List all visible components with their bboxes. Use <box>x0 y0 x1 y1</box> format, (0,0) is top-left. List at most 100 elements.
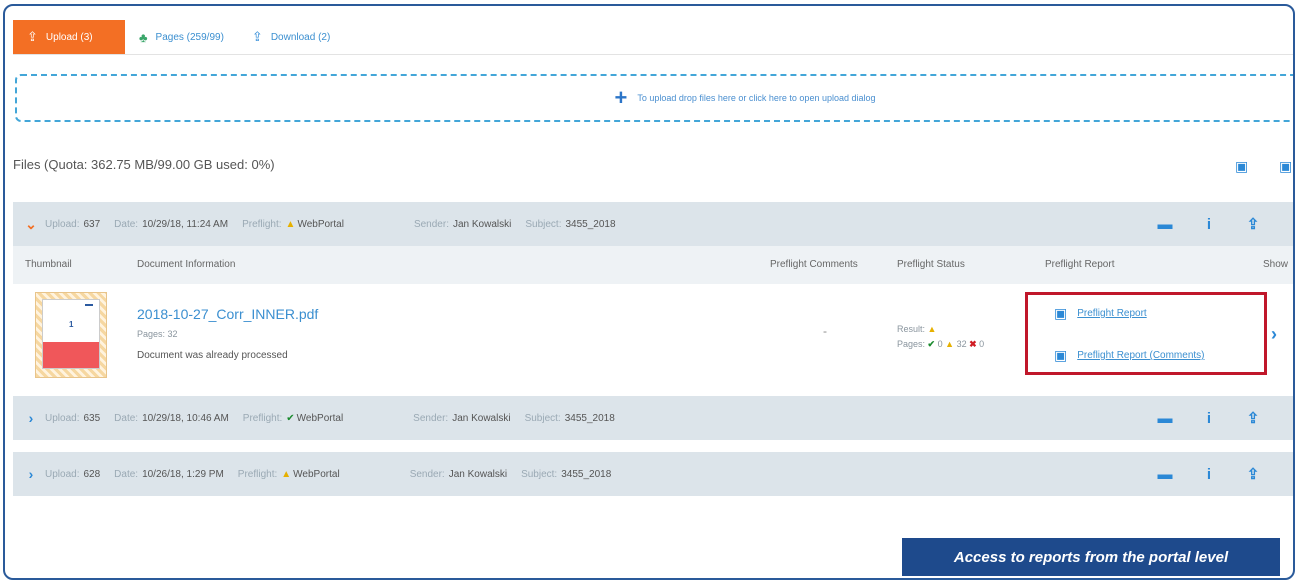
more-options-icon[interactable]: ⋮ <box>1275 409 1294 427</box>
preflight-label: Preflight: <box>242 412 283 424</box>
report-document-icon: ▣ <box>1054 305 1068 321</box>
preflight-status: Result: ▲ Pages: ✔ 0 ▲ 32 ✖ 0 <box>897 322 984 352</box>
date-label: Date: <box>114 218 139 230</box>
upload-icon: ⇪ <box>27 29 38 44</box>
result-line: Result: ▲ <box>897 322 984 337</box>
info-icon[interactable]: i <box>1187 216 1231 233</box>
document-thumbnail[interactable]: 1 <box>35 292 107 378</box>
ok-count: 0 <box>937 339 943 349</box>
document-name-link[interactable]: 2018-10-27_Corr_INNER.pdf <box>137 306 318 322</box>
preflight-profile: WebPortal <box>293 468 340 480</box>
check-icon: ✔ <box>927 339 936 349</box>
comment-icon[interactable]: ▬ <box>1143 466 1187 483</box>
tab-pages[interactable]: ♣ Pages (259/99) <box>125 20 238 54</box>
download-icon[interactable]: ⇪ <box>1231 409 1275 427</box>
preflight-profile: WebPortal <box>296 412 344 424</box>
upload-date: 10/29/18, 11:24 AM <box>142 218 229 230</box>
list-view-icon[interactable]: ▣ <box>1279 158 1292 175</box>
sender-name: Jan Kowalski <box>452 218 512 230</box>
error-icon: ✖ <box>969 339 977 349</box>
upload-id: 637 <box>83 218 101 230</box>
preflight-report-comments-item[interactable]: ▣ Preflight Report (Comments) <box>1054 347 1205 364</box>
subject-value: 3455_2018 <box>561 468 612 480</box>
subject-value: 3455_2018 <box>565 218 616 230</box>
result-label: Result: <box>897 324 926 334</box>
upload-date: 10/29/18, 10:46 AM <box>142 412 229 424</box>
upload-row[interactable]: › Upload: 635 Date: 10/29/18, 10:46 AM P… <box>13 396 1294 440</box>
thumbnail-page-number: 1 <box>69 320 74 329</box>
date-label: Date: <box>114 412 139 424</box>
subject-value: 3455_2018 <box>564 412 615 424</box>
error-count: 0 <box>979 339 985 349</box>
chevron-down-icon[interactable]: ⌄ <box>17 216 45 233</box>
col-preflight-report: Preflight Report <box>1045 259 1115 270</box>
files-quota-title: Files (Quota: 362.75 MB/99.00 GB used: 0… <box>13 157 275 172</box>
chevron-right-icon[interactable]: › <box>1271 324 1277 345</box>
warning-icon: ▲ <box>285 218 296 230</box>
upload-dropzone[interactable]: + To upload drop files here or click her… <box>15 74 1293 122</box>
comment-icon[interactable]: ▬ <box>1143 410 1187 427</box>
tab-pages-label: Pages (259/99) <box>155 31 224 43</box>
preflight-profile: WebPortal <box>297 218 344 230</box>
sender-label: Sender: <box>413 412 449 424</box>
tab-divider <box>13 54 1293 55</box>
more-options-icon[interactable]: ⋮ <box>1275 215 1294 233</box>
row-actions: ▬ i ⇪ ⋮ <box>1143 396 1294 440</box>
col-show: Show <box>1263 259 1289 270</box>
preflight-comments-value: - <box>823 324 827 338</box>
check-icon: ✔ <box>286 412 295 424</box>
subject-label: Subject: <box>521 468 558 480</box>
sender-label: Sender: <box>409 468 445 480</box>
preflight-label: Preflight: <box>237 468 278 480</box>
upload-row[interactable]: ⌄ Upload: 637 Date: 10/29/18, 11:24 AM P… <box>13 202 1294 246</box>
download-icon[interactable]: ⇪ <box>1231 215 1275 233</box>
info-icon[interactable]: i <box>1187 410 1231 427</box>
preflight-report-comments-link[interactable]: Preflight Report (Comments) <box>1077 350 1204 361</box>
tab-download-label: Download (2) <box>270 31 331 43</box>
more-options-icon[interactable]: ⋮ <box>1275 465 1294 483</box>
pages-icon: ♣ <box>139 29 148 45</box>
col-document-information: Document Information <box>137 259 236 270</box>
chevron-right-icon[interactable]: › <box>17 466 45 482</box>
warning-icon: ▲ <box>281 468 292 480</box>
warning-count: 32 <box>956 339 967 349</box>
col-preflight-comments: Preflight Comments <box>770 259 858 270</box>
preflight-report-link[interactable]: Preflight Report <box>1077 308 1146 319</box>
upload-row[interactable]: › Upload: 628 Date: 10/26/18, 1:29 PM Pr… <box>13 452 1294 496</box>
upload-id: 635 <box>83 412 101 424</box>
download-icon: ⇪ <box>251 29 263 44</box>
report-document-icon: ▣ <box>1054 347 1068 363</box>
download-icon[interactable]: ⇪ <box>1231 465 1275 483</box>
date-label: Date: <box>114 468 139 480</box>
grid-view-icon[interactable]: ▣ <box>1235 158 1248 175</box>
info-icon[interactable]: i <box>1187 466 1231 483</box>
document-table-header: Thumbnail Document Information Preflight… <box>13 246 1293 284</box>
chevron-right-icon[interactable]: › <box>17 410 45 426</box>
document-pages: Pages: 32 <box>137 329 178 339</box>
portal-window: ⇪ Upload (3) ♣ Pages (259/99) ⇪ Download… <box>3 4 1295 580</box>
row-actions: ▬ i ⇪ ⋮ <box>1143 452 1294 496</box>
thumbnail-page: 1 <box>42 299 100 369</box>
col-thumbnail: Thumbnail <box>25 259 72 270</box>
upload-label: Upload: <box>45 412 80 424</box>
upload-label: Upload: <box>45 468 80 480</box>
sender-name: Jan Kowalski <box>452 412 511 424</box>
pages-line: Pages: ✔ 0 ▲ 32 ✖ 0 <box>897 337 984 352</box>
row-actions: ▬ i ⇪ ⋮ <box>1143 202 1294 246</box>
warning-icon: ▲ <box>945 339 955 349</box>
comment-icon[interactable]: ▬ <box>1143 216 1187 233</box>
upload-label: Upload: <box>45 218 80 230</box>
upload-date: 10/26/18, 1:29 PM <box>142 468 224 480</box>
preflight-report-item[interactable]: ▣ Preflight Report <box>1054 305 1147 322</box>
thumbnail-mark <box>85 304 93 306</box>
subject-label: Subject: <box>524 412 561 424</box>
sender-label: Sender: <box>413 218 449 230</box>
upload-id: 628 <box>83 468 101 480</box>
tab-download[interactable]: ⇪ Download (2) <box>238 20 344 54</box>
tab-bar: ⇪ Upload (3) ♣ Pages (259/99) ⇪ Download… <box>13 20 344 54</box>
tab-upload[interactable]: ⇪ Upload (3) <box>13 20 125 54</box>
subject-label: Subject: <box>525 218 562 230</box>
document-row: 1 2018-10-27_Corr_INNER.pdf Pages: 32 Do… <box>13 284 1293 384</box>
report-highlight-box: ▣ Preflight Report ▣ Preflight Report (C… <box>1025 292 1267 375</box>
thumbnail-red-area <box>43 342 99 368</box>
